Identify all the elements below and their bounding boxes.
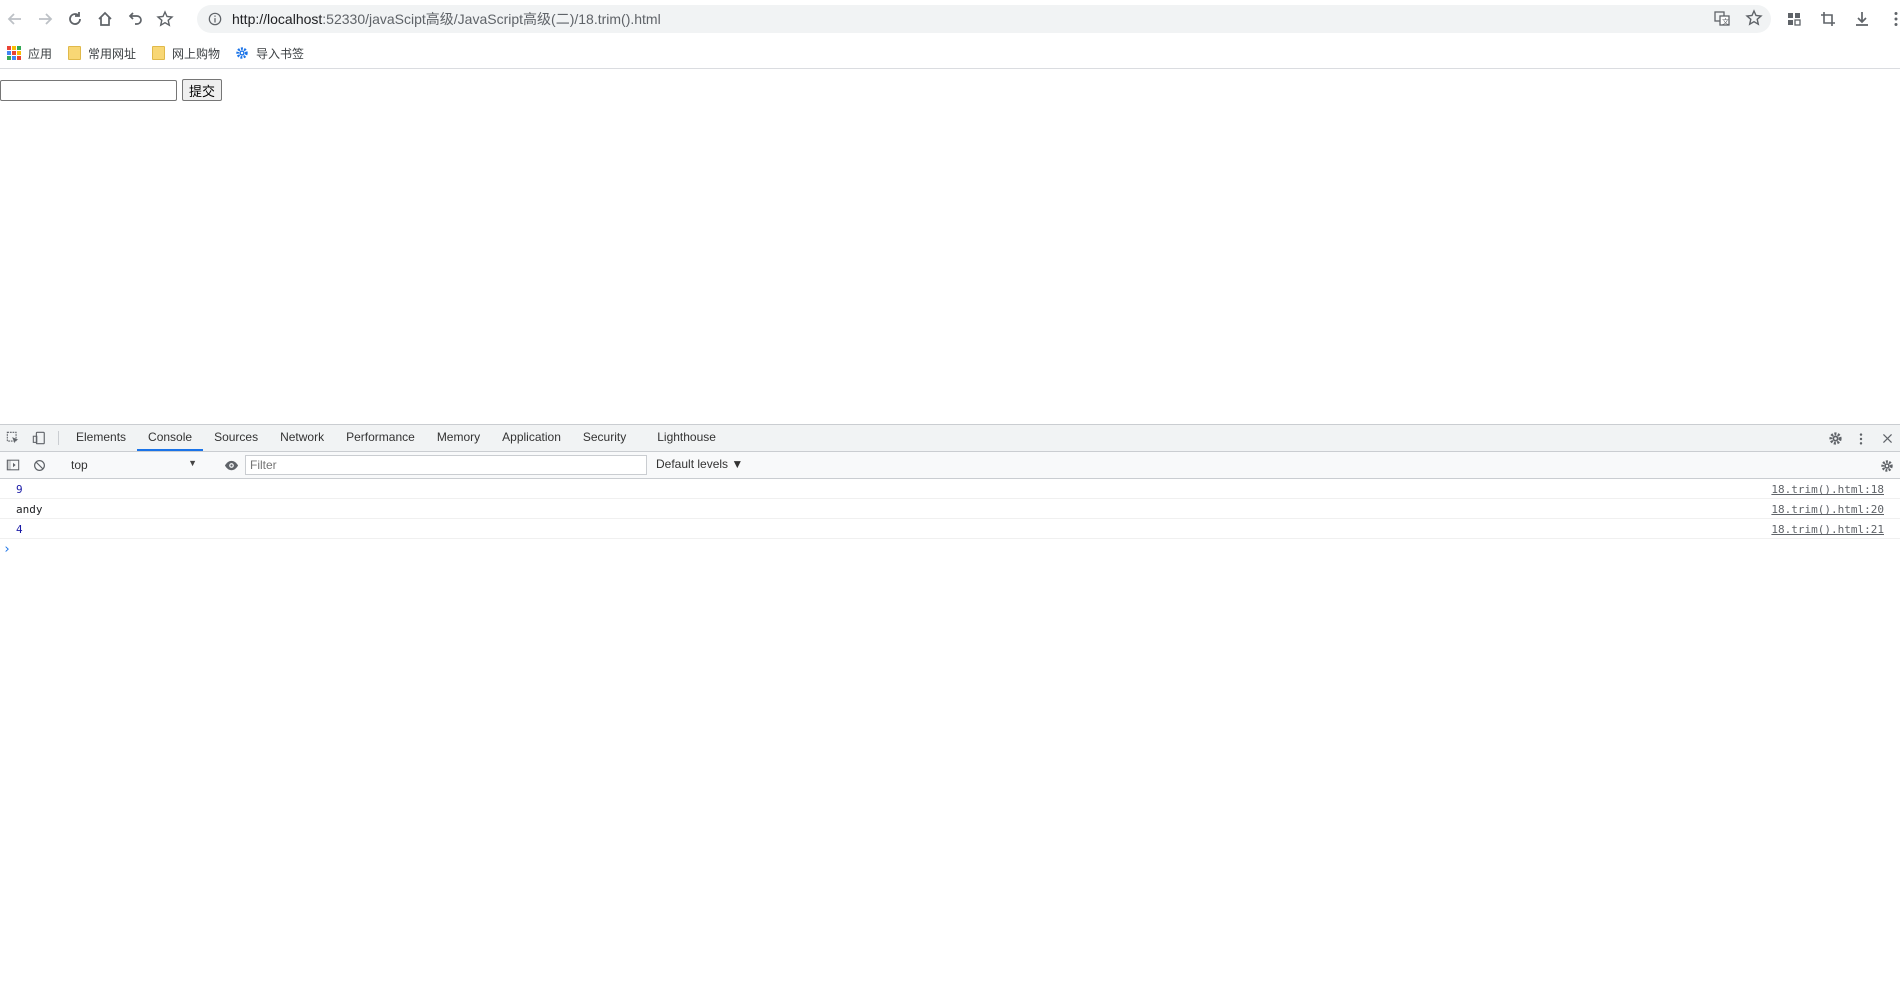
- bookmark-star-icon[interactable]: [1745, 9, 1763, 32]
- tab-elements[interactable]: Elements: [65, 425, 137, 451]
- undo-icon[interactable]: [120, 4, 150, 34]
- tab-security[interactable]: Security: [572, 425, 637, 451]
- console-message: 4 18.trim().html:21: [0, 519, 1900, 539]
- reload-icon[interactable]: [60, 4, 90, 34]
- folder-icon: [66, 45, 82, 61]
- tab-performance[interactable]: Performance: [335, 425, 426, 451]
- submit-button[interactable]: 提交: [182, 79, 223, 101]
- context-selector[interactable]: top ▼: [65, 455, 205, 475]
- download-icon[interactable]: [1847, 4, 1877, 34]
- device-toolbar-icon[interactable]: [26, 425, 52, 451]
- info-icon[interactable]: [206, 10, 224, 28]
- page-content: 提交: [0, 70, 1900, 424]
- devtools-panel: Elements Console Sources Network Perform…: [0, 424, 1900, 982]
- prompt-chevron-icon: ›: [3, 541, 11, 557]
- tab-memory[interactable]: Memory: [426, 425, 491, 451]
- bookmark-apps[interactable]: 应用: [6, 41, 60, 65]
- text-input[interactable]: [0, 80, 177, 101]
- console-settings-icon[interactable]: [1874, 452, 1900, 479]
- tab-lighthouse[interactable]: Lighthouse: [637, 425, 727, 451]
- tab-network[interactable]: Network: [269, 425, 335, 451]
- url-text: http://localhost:52330/javaScipt高级/JavaS…: [232, 11, 661, 27]
- close-icon[interactable]: [1874, 432, 1900, 445]
- crop-icon[interactable]: [1813, 4, 1843, 34]
- bookmarks-bar: 应用 常用网址 网上购物 导入书签: [0, 38, 1900, 69]
- devtools-tab-bar: Elements Console Sources Network Perform…: [0, 425, 1900, 452]
- source-link[interactable]: 18.trim().html:21: [1771, 523, 1884, 536]
- console-message: 9 18.trim().html:18: [0, 479, 1900, 499]
- log-levels-dropdown[interactable]: Default levels ▼: [656, 457, 743, 471]
- inspect-element-icon[interactable]: [0, 425, 26, 451]
- bookmark-folder-shopping[interactable]: 网上购物: [150, 41, 228, 65]
- clear-console-icon[interactable]: [26, 459, 52, 472]
- forward-icon[interactable]: [30, 4, 60, 34]
- tab-console[interactable]: Console: [137, 425, 204, 451]
- console-messages: 9 18.trim().html:18 andy 18.trim().html:…: [0, 479, 1900, 559]
- settings-gear-icon[interactable]: [1822, 431, 1848, 446]
- back-icon[interactable]: [0, 4, 30, 34]
- translate-icon[interactable]: 文: [1713, 9, 1731, 32]
- console-prompt[interactable]: ›: [0, 539, 1900, 559]
- apps-icon: [6, 45, 22, 61]
- menu-icon[interactable]: [1881, 4, 1900, 34]
- console-message: andy 18.trim().html:20: [0, 499, 1900, 519]
- source-link[interactable]: 18.trim().html:20: [1771, 503, 1884, 516]
- extensions-icon[interactable]: [1779, 4, 1809, 34]
- bookmark-folder-common[interactable]: 常用网址: [66, 41, 144, 65]
- sidebar-toggle-icon[interactable]: [0, 458, 26, 472]
- more-options-icon[interactable]: [1848, 432, 1874, 446]
- gear-icon: [234, 45, 250, 61]
- console-toolbar: top ▼ Default levels ▼: [0, 452, 1900, 479]
- eye-icon[interactable]: [218, 458, 244, 473]
- dropdown-arrow-icon: ▼: [188, 458, 197, 468]
- star-icon[interactable]: [150, 4, 180, 34]
- home-icon[interactable]: [90, 4, 120, 34]
- divider: [58, 431, 59, 445]
- svg-text:文: 文: [1722, 17, 1729, 26]
- browser-toolbar: http://localhost:52330/javaScipt高级/JavaS…: [0, 0, 1900, 38]
- filter-input[interactable]: [245, 455, 647, 475]
- address-bar[interactable]: http://localhost:52330/javaScipt高级/JavaS…: [197, 5, 1771, 33]
- source-link[interactable]: 18.trim().html:18: [1771, 483, 1884, 496]
- bookmark-import[interactable]: 导入书签: [234, 41, 312, 65]
- tab-application[interactable]: Application: [491, 425, 572, 451]
- tab-sources[interactable]: Sources: [203, 425, 269, 451]
- folder-icon: [150, 45, 166, 61]
